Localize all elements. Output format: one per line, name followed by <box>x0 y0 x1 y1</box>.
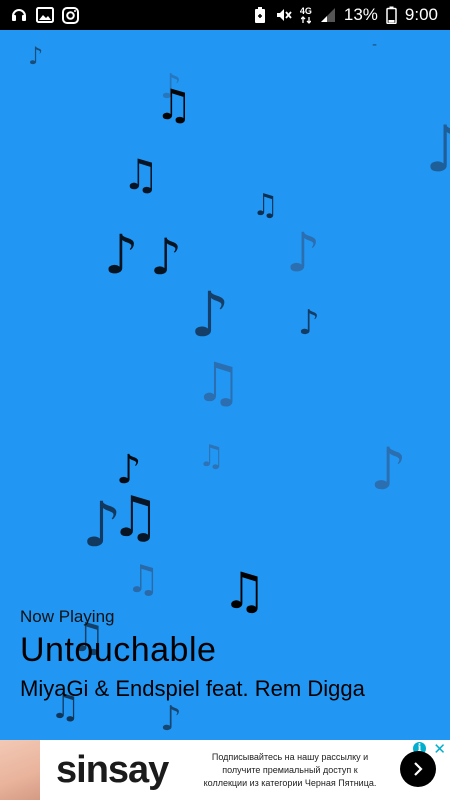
ad-image[interactable] <box>0 740 40 800</box>
music-note-icon: ♪ <box>104 223 139 286</box>
beamed-notes-icon: ♫ <box>122 150 160 199</box>
music-player-screen: 4G 13% 9:00 ♪ - ♪ ♫ ♪ ♫ ♫ ♪ ♪ ♪ ♪ ♪ ♫ ♫ … <box>0 0 450 800</box>
music-note-icon: ♪ <box>150 228 182 286</box>
ad-banner[interactable]: sinsay Подписывайтесь на нашу рассылку и… <box>0 740 450 800</box>
instagram-icon <box>62 6 79 24</box>
status-right-icons: 4G 13% 9:00 <box>254 5 438 25</box>
beamed-notes-icon: ♫ <box>194 351 243 414</box>
beamed-notes-icon: ♫ <box>198 439 225 474</box>
ad-go-button[interactable] <box>400 751 436 787</box>
track-artist: MiyaGi & Endspiel feat. Rem Digga <box>20 676 365 701</box>
headset-icon <box>10 6 28 24</box>
music-note-icon: ♪ <box>190 278 230 351</box>
mute-icon <box>274 6 292 24</box>
ad-description[interactable]: Подписывайтесь на нашу рассылку и получи… <box>200 751 380 790</box>
music-note-icon: ♪ <box>116 447 142 493</box>
chevron-right-icon <box>414 762 423 776</box>
network-4g-icon: 4G <box>300 6 312 24</box>
clock: 9:00 <box>404 5 438 24</box>
status-bar: 4G 13% 9:00 <box>0 0 450 30</box>
beamed-notes-icon: ♫ <box>252 188 279 223</box>
status-left-icons <box>10 6 79 24</box>
image-icon <box>36 7 54 23</box>
now-playing-label: Now Playing <box>20 607 115 626</box>
ad-brand-logo[interactable]: sinsay <box>56 749 186 792</box>
now-playing-panel: Now Playing Untouchable MiyaGi & Endspie… <box>20 607 365 702</box>
track-title: Untouchable <box>20 631 217 669</box>
battery-saver-icon <box>254 6 266 24</box>
beamed-notes-icon: ♫ <box>126 557 161 601</box>
music-note-icon: ♪ <box>425 113 450 187</box>
music-note-icon: ♪ <box>370 435 408 503</box>
battery-icon <box>386 6 397 24</box>
music-note-icon: - <box>372 37 378 53</box>
beamed-notes-icon: ♫ <box>155 80 193 129</box>
music-note-icon: ♪ <box>28 42 44 70</box>
battery-percent: 13% <box>343 5 378 24</box>
music-note-icon: ♪ <box>286 221 321 284</box>
music-note-icon: ♪ <box>160 699 182 739</box>
music-note-icon: ♪ <box>298 303 320 343</box>
beamed-notes-icon: ♫ <box>110 485 161 550</box>
ad-close-icon[interactable]: ✕ <box>433 740 446 758</box>
signal-icon <box>320 7 336 23</box>
